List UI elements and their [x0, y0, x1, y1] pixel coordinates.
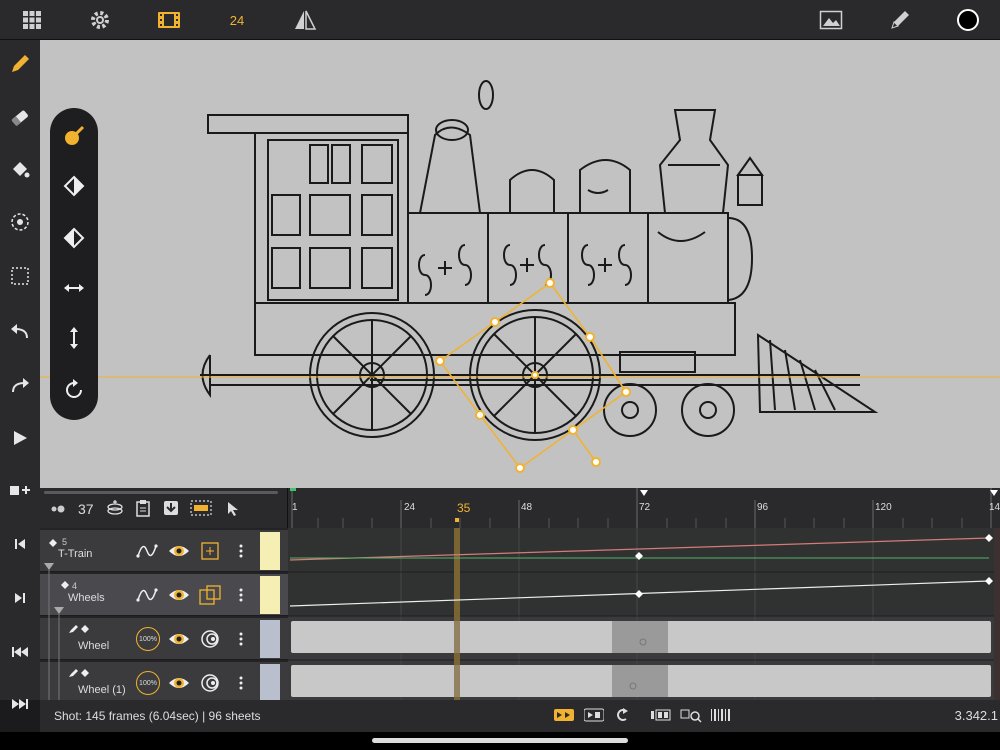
layer-color-tab[interactable] [260, 532, 280, 570]
layer-stack-icon[interactable] [106, 499, 124, 522]
ruler-tick: 14 [989, 502, 1000, 513]
grid-icon[interactable] [20, 8, 44, 32]
pencil-key-icon [69, 625, 89, 633]
paint-bucket-icon[interactable] [6, 156, 34, 184]
ruler-tick: 48 [521, 502, 533, 513]
timeline-ruler[interactable]: 1 24 35 48 72 96 120 14 [288, 488, 1000, 528]
frames-view-icon[interactable] [650, 708, 672, 725]
image-icon[interactable] [818, 8, 844, 32]
filmstrip-icon[interactable] [156, 8, 182, 32]
eye-icon[interactable] [168, 585, 190, 605]
eye-icon[interactable] [168, 673, 190, 693]
layer-row[interactable]: Wheel 100% [40, 618, 288, 660]
layer-row[interactable]: 5 T-Train [40, 530, 288, 572]
rewind-icon[interactable] [6, 638, 34, 666]
bounding-box-icon[interactable] [200, 541, 220, 561]
layer-menu-icon[interactable] [238, 675, 244, 691]
undo-icon[interactable] [6, 318, 34, 346]
playback-mode-icon[interactable] [583, 708, 605, 725]
eye-icon[interactable] [168, 629, 190, 649]
onion-skin-icon[interactable] [50, 502, 68, 520]
selection-frame-icon[interactable] [190, 500, 212, 521]
fast-forward-icon[interactable] [6, 690, 34, 718]
pencil-icon[interactable] [6, 50, 34, 78]
motion-curve-icon[interactable] [136, 542, 158, 560]
loop-icon[interactable] [614, 707, 630, 726]
left-toolbar [0, 40, 40, 709]
diamond-left-icon[interactable] [60, 172, 88, 200]
pointer-icon[interactable] [226, 501, 240, 522]
color-swatch-icon[interactable] [955, 8, 981, 32]
layer-color-tab[interactable] [260, 664, 280, 702]
train-drawing [40, 80, 1000, 473]
group-bounding-icon[interactable] [198, 584, 222, 606]
add-layer-icon[interactable] [6, 476, 34, 504]
ruler-tick: 96 [757, 502, 769, 513]
brush-icon[interactable] [60, 122, 88, 150]
first-frame-icon[interactable] [6, 530, 34, 558]
opacity-badge[interactable]: 100% [136, 671, 160, 695]
play-icon[interactable] [6, 424, 34, 452]
transform-icon[interactable] [6, 208, 34, 236]
frame-count-display[interactable]: 37 [78, 501, 94, 517]
next-frame-icon[interactable] [6, 584, 34, 612]
layer-name[interactable]: Wheel [78, 640, 109, 652]
clipboard-icon[interactable] [134, 499, 152, 522]
layer-menu-icon[interactable] [238, 587, 244, 603]
onion-rings-icon[interactable] [200, 629, 220, 649]
layer-color-tab[interactable] [260, 576, 280, 614]
layer-row[interactable]: 4 Wheels [40, 574, 288, 616]
rotate-icon[interactable] [60, 376, 88, 404]
ruler-tick: 1 [292, 502, 298, 513]
redo-icon[interactable] [6, 372, 34, 400]
hierarchy-lines [44, 563, 64, 700]
layer-menu-icon[interactable] [238, 543, 244, 559]
pencil-icon[interactable] [888, 8, 912, 32]
version-value: 3.342.1 [954, 708, 998, 723]
layer-number: 4 [72, 581, 78, 591]
drawing-canvas[interactable] [40, 40, 1000, 488]
top-toolbar: 24 [0, 0, 1000, 40]
eraser-icon[interactable] [6, 104, 34, 132]
mirror-icon[interactable] [292, 8, 318, 32]
current-frame-label[interactable]: 35 [457, 501, 470, 515]
layers-panel: 5 T-Train 4 Wheels Wheel 100% Wheel (1) … [40, 528, 288, 704]
shot-info: Shot: 145 frames (6.04sec) | 96 sheets [54, 709, 261, 723]
ruler-tick: 24 [404, 502, 416, 513]
home-indicator[interactable] [372, 738, 628, 743]
timeline-tracks[interactable] [288, 528, 1000, 700]
layer-name[interactable]: Wheels [68, 592, 105, 604]
barcode-icon[interactable] [710, 708, 732, 725]
ruler-tick: 120 [875, 502, 892, 513]
tool-palette [50, 108, 98, 420]
layer-color-tab[interactable] [260, 620, 280, 658]
gear-icon[interactable] [88, 8, 112, 32]
vertical-arrow-icon[interactable] [60, 324, 88, 352]
status-bar: Shot: 145 frames (6.04sec) | 96 sheets 3… [40, 700, 1000, 732]
motion-curve-icon[interactable] [136, 586, 158, 604]
diamond-right-icon[interactable] [60, 224, 88, 252]
onion-rings-icon[interactable] [200, 673, 220, 693]
home-indicator-bar [0, 732, 1000, 750]
zoom-frames-icon[interactable] [680, 707, 702, 726]
ruler-tick: 72 [639, 502, 651, 513]
frame-rate-label[interactable]: 24 [224, 8, 250, 32]
horizontal-arrow-icon[interactable] [60, 274, 88, 302]
layer-row[interactable]: Wheel (1) 100% [40, 662, 288, 704]
loop-range-icon[interactable] [554, 708, 574, 725]
import-icon[interactable] [162, 499, 180, 522]
timeline-toolbar: 37 [40, 488, 288, 528]
layer-name[interactable]: Wheel (1) [78, 684, 126, 696]
timeline-scroll[interactable] [44, 491, 278, 494]
eye-icon[interactable] [168, 541, 190, 561]
pencil-key-icon [69, 669, 89, 677]
layer-menu-icon[interactable] [238, 631, 244, 647]
opacity-badge[interactable]: 100% [136, 627, 160, 651]
select-rect-icon[interactable] [6, 262, 34, 290]
